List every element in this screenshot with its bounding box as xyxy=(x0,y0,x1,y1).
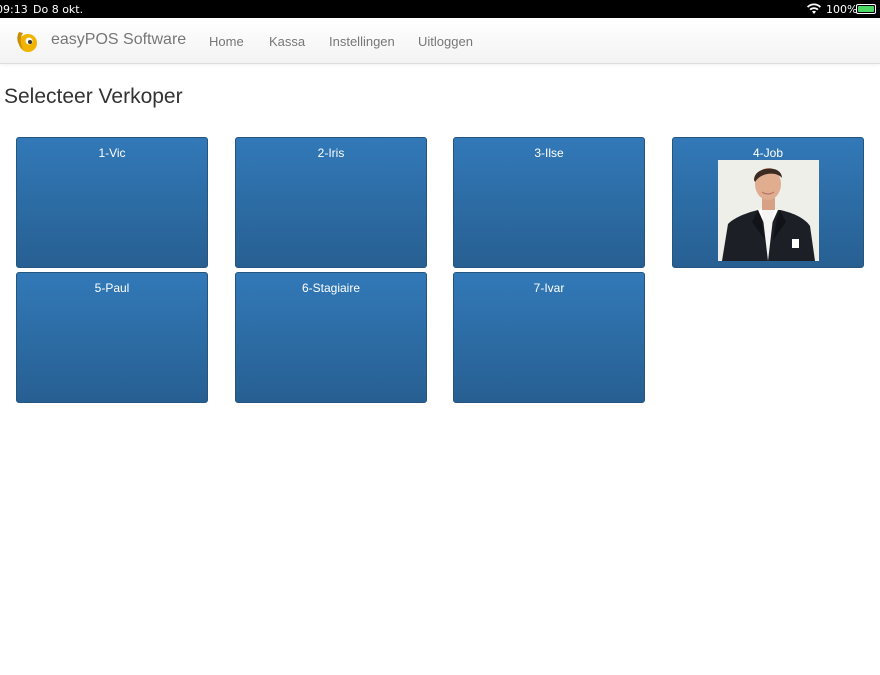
easypos-logo-icon[interactable] xyxy=(14,28,40,54)
nav-home[interactable]: Home xyxy=(209,34,244,49)
seller-tile-iris[interactable]: 2-Iris xyxy=(235,137,427,268)
battery-icon xyxy=(856,4,876,14)
battery-fill xyxy=(858,6,874,12)
battery-percentage: 100% xyxy=(826,3,858,16)
navbar: easyPOS Software Home Kassa Instellingen… xyxy=(0,18,880,64)
seller-label: 3-Ilse xyxy=(534,146,564,160)
status-date: Do 8 okt. xyxy=(33,3,84,16)
seller-tile-job[interactable]: 4-Job xyxy=(672,137,864,268)
nav-instellingen[interactable]: Instellingen xyxy=(329,34,395,49)
nav-uitloggen[interactable]: Uitloggen xyxy=(418,34,473,49)
brand-name[interactable]: easyPOS Software xyxy=(51,31,186,49)
seller-tile-ivar[interactable]: 7-Ivar xyxy=(453,272,645,403)
seller-label: 7-Ivar xyxy=(533,281,565,295)
status-bar: 09:13 Do 8 okt. 100% xyxy=(0,0,880,18)
seller-label: 4-Job xyxy=(752,146,784,160)
person-photo-icon xyxy=(718,160,819,261)
seller-label: 1-Vic xyxy=(98,146,126,160)
page-title: Selecteer Verkoper xyxy=(4,85,183,108)
seller-label: 5-Paul xyxy=(94,281,130,295)
seller-label: 2-Iris xyxy=(317,146,345,160)
seller-tile-paul[interactable]: 5-Paul xyxy=(16,272,208,403)
seller-photo xyxy=(718,160,819,261)
wifi-icon xyxy=(807,3,821,14)
seller-label: 6-Stagiaire xyxy=(301,281,361,295)
seller-tile-stagiaire[interactable]: 6-Stagiaire xyxy=(235,272,427,403)
seller-tile-ilse[interactable]: 3-Ilse xyxy=(453,137,645,268)
seller-tile-vic[interactable]: 1-Vic xyxy=(16,137,208,268)
status-time: 09:13 xyxy=(0,3,28,16)
nav-kassa[interactable]: Kassa xyxy=(269,34,305,49)
